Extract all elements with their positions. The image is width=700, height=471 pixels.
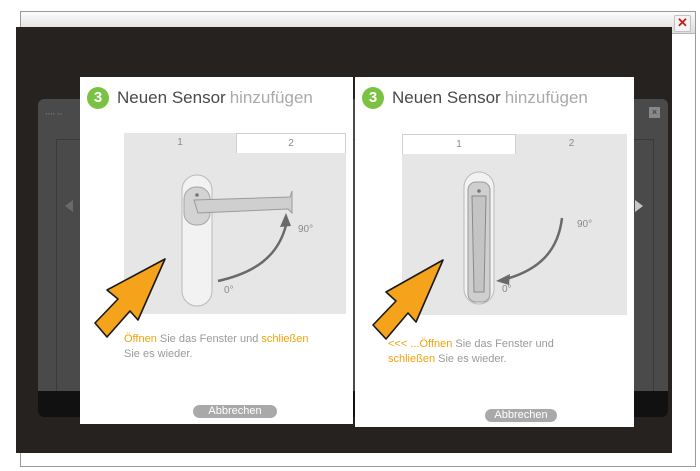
cursor-arrow-icon [372, 259, 444, 340]
background-logo: ▪▪▪▪ ▪▪ [46, 111, 63, 116]
prev-arrow-icon [65, 200, 73, 212]
background-close-icon: × [649, 107, 660, 118]
close-x-icon[interactable]: ✕ [674, 15, 691, 32]
next-arrow-icon [635, 200, 643, 212]
sensor-step-panel-open: 3 Neuen Sensor hinzufügen 1 2 0° 90° Öffne… [80, 77, 353, 424]
cursor-arrow-icon [94, 258, 166, 338]
sensor-step-panel-close: 3 Neuen Sensor hinzufügen 1 2 0° 90° <<< .… [355, 77, 634, 427]
